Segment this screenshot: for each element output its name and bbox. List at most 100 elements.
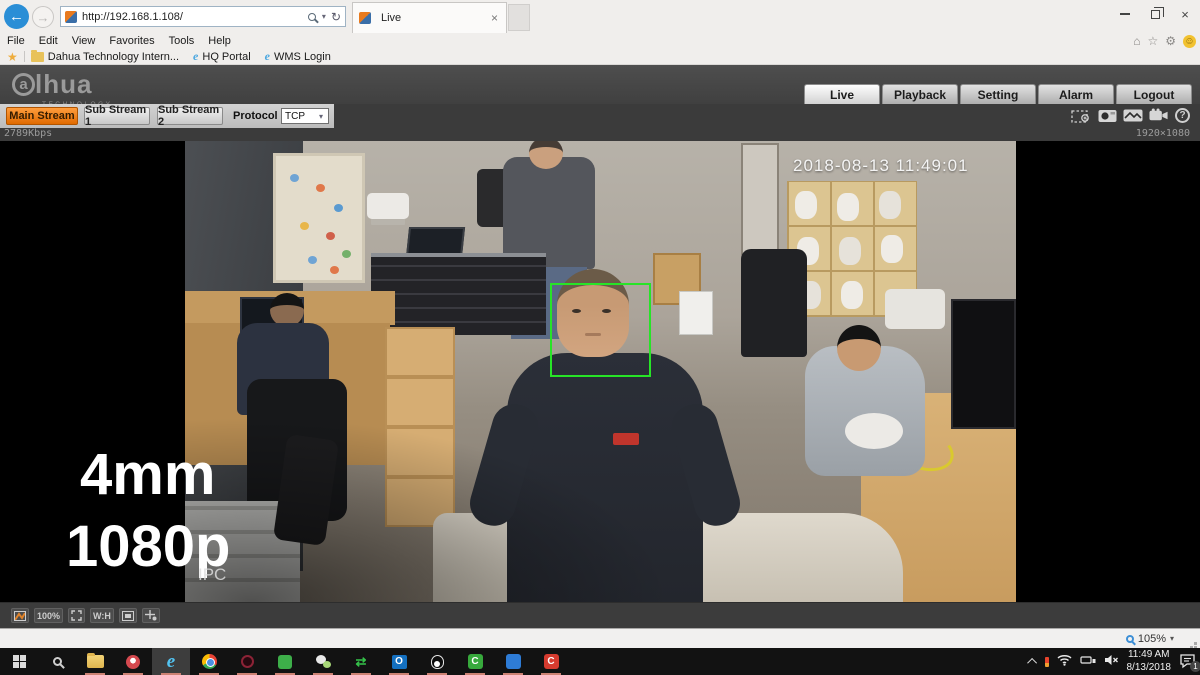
favorite-hq-portal[interactable]: e HQ Portal — [193, 49, 251, 64]
minimize-button[interactable] — [1110, 0, 1140, 28]
close-button[interactable]: × — [1170, 0, 1200, 28]
menu-help[interactable]: Help — [208, 35, 231, 47]
search-icon[interactable] — [307, 12, 316, 21]
feedback-smiley-icon[interactable]: ☺ — [1183, 34, 1196, 48]
taskbar-search-button[interactable] — [38, 648, 76, 675]
rule-info-icon[interactable] — [141, 608, 160, 623]
tray-clock[interactable]: 11:49 AM 8/13/2018 — [1127, 649, 1172, 674]
window-controls: × — [1110, 0, 1200, 30]
zoom-control[interactable]: 105% ▾ — [1125, 629, 1174, 648]
menu-edit[interactable]: Edit — [39, 35, 58, 47]
sync-app-button[interactable]: ⇄ — [342, 648, 380, 675]
favorite-label: WMS Login — [274, 50, 331, 63]
snapshot-icon[interactable] — [1097, 107, 1117, 124]
dahua-header: a lhua TECHNOLOGY Live Playback Setting … — [0, 65, 1200, 108]
menu-tools[interactable]: Tools — [169, 35, 195, 47]
resize-grip[interactable] — [1194, 642, 1197, 645]
digital-zoom-icon[interactable] — [1071, 107, 1091, 124]
video-timestamp: 2018-08-13 11:49:01 — [793, 156, 969, 175]
restore-button[interactable] — [1140, 0, 1170, 28]
blue-app-icon — [505, 654, 521, 669]
red-app-icon: C — [543, 654, 559, 669]
url-text[interactable]: http://192.168.1.108/ — [82, 11, 304, 23]
original-size-icon[interactable] — [118, 608, 137, 623]
camtasia-icon: C — [467, 654, 483, 669]
chevron-down-icon: ▾ — [318, 111, 323, 121]
help-icon[interactable]: ? — [1175, 108, 1190, 123]
back-button[interactable]: ← — [4, 4, 29, 29]
search-icon — [52, 657, 62, 666]
aspect-ratio-button[interactable]: W:H — [90, 608, 114, 623]
resolution-text: 1920×1080 — [1135, 128, 1190, 139]
chrome-button[interactable] — [190, 648, 228, 675]
protocol-select[interactable]: TCP ▾ — [281, 108, 329, 124]
media-app-button[interactable] — [228, 648, 266, 675]
video-panel[interactable]: 2018-08-13 11:49:01 4mm 1080p IPC — [0, 141, 1200, 602]
search-dropdown-icon[interactable]: ▾ — [322, 12, 326, 21]
page-favicon — [65, 10, 77, 23]
browser-action-icons: ⌂ ☆ ⚙ ☺ — [1133, 33, 1196, 49]
outlook-button[interactable]: O — [380, 648, 418, 675]
dahua-logo: a lhua TECHNOLOGY — [12, 71, 110, 108]
tray-alert-icon[interactable] — [1044, 656, 1049, 667]
nav-tab-setting[interactable]: Setting — [960, 84, 1036, 104]
ethernet-icon[interactable] — [1079, 653, 1096, 671]
internet-explorer-icon: e — [166, 651, 176, 672]
browser-tab-live[interactable]: Live × — [352, 2, 507, 33]
camtasia-button[interactable]: C — [456, 648, 494, 675]
forward-button[interactable]: → — [32, 6, 54, 28]
menu-file[interactable]: File — [7, 35, 25, 47]
sub-stream-1-button[interactable]: Sub Stream 1 — [84, 104, 150, 128]
wifi-icon[interactable] — [1057, 653, 1072, 671]
action-center-button[interactable]: 1 — [1179, 654, 1200, 672]
qq-button[interactable] — [418, 648, 456, 675]
menu-view[interactable]: View — [72, 35, 96, 47]
main-nav: Live Playback Setting Alarm Logout — [802, 84, 1192, 104]
camera-tool-button[interactable] — [114, 648, 152, 675]
tray-expand-icon[interactable] — [1026, 657, 1037, 668]
home-icon[interactable]: ⌂ — [1133, 35, 1140, 47]
nav-tab-live[interactable]: Live — [804, 84, 880, 104]
wechat-button[interactable] — [304, 648, 342, 675]
windows-logo-icon — [12, 655, 26, 668]
nav-tab-playback[interactable]: Playback — [882, 84, 958, 104]
image-adjust-icon[interactable] — [11, 608, 29, 623]
favorites-star-icon[interactable]: ☆ — [1147, 35, 1158, 47]
main-stream-button[interactable]: Main Stream — [6, 107, 78, 125]
system-tray: 11:49 AM 8/13/2018 1 — [1026, 648, 1200, 675]
sync-arrows-icon: ⇄ — [355, 654, 367, 669]
notification-badge: 1 — [1190, 661, 1200, 672]
evernote-icon — [278, 654, 292, 669]
volume-muted-icon[interactable] — [1104, 653, 1119, 671]
stream-buttons-panel: Main Stream Sub Stream 1 Sub Stream 2 Pr… — [0, 104, 334, 128]
add-favorite-star-icon[interactable]: ★ — [7, 50, 18, 64]
triple-snapshot-icon[interactable] — [1123, 107, 1143, 124]
favorite-label: Dahua Technology Intern... — [47, 50, 180, 63]
favorite-label: HQ Portal — [202, 50, 251, 63]
record-icon[interactable] — [1149, 107, 1169, 124]
zoom-100-button[interactable]: 100% — [34, 608, 64, 623]
address-bar[interactable]: http://192.168.1.108/ ▾ ↻ — [60, 6, 346, 27]
refresh-icon[interactable]: ↻ — [331, 10, 341, 24]
separator — [23, 51, 25, 62]
favorite-dahua[interactable]: Dahua Technology Intern... — [30, 49, 180, 63]
nav-tab-logout[interactable]: Logout — [1116, 84, 1192, 104]
new-tab-button[interactable] — [508, 4, 530, 31]
minimize-icon — [1120, 13, 1130, 15]
stream-info-row: 2789Kbps 1920×1080 — [0, 128, 1200, 141]
start-button[interactable] — [0, 648, 38, 675]
tab-close-icon[interactable]: × — [489, 11, 500, 25]
menu-favorites[interactable]: Favorites — [109, 35, 154, 47]
zoom-dropdown-icon[interactable]: ▾ — [1170, 634, 1174, 643]
file-explorer-button[interactable] — [76, 648, 114, 675]
favorite-wms-login[interactable]: e WMS Login — [265, 49, 331, 64]
settings-gear-icon[interactable]: ⚙ — [1165, 35, 1176, 47]
internet-explorer-button[interactable]: e — [152, 648, 190, 675]
red-app-button[interactable]: C — [532, 648, 570, 675]
nav-tab-alarm[interactable]: Alarm — [1038, 84, 1114, 104]
tab-title: Live — [381, 12, 402, 24]
sub-stream-2-button[interactable]: Sub Stream 2 — [157, 104, 223, 128]
fullscreen-icon[interactable] — [68, 608, 86, 623]
blue-app-button[interactable] — [494, 648, 532, 675]
evernote-button[interactable] — [266, 648, 304, 675]
